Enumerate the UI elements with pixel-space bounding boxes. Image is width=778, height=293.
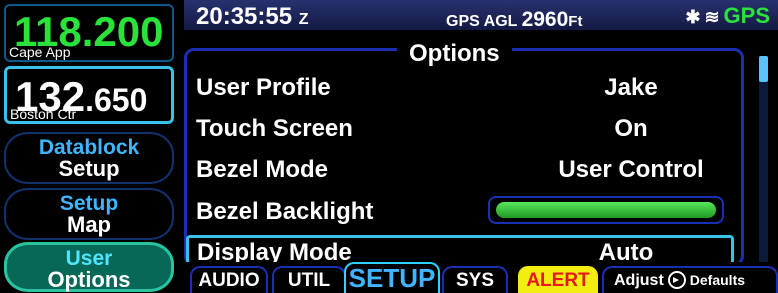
defaults-label: Defaults bbox=[689, 272, 746, 288]
tab-util[interactable]: UTIL bbox=[272, 266, 346, 293]
bezel-backlight-slider[interactable] bbox=[488, 196, 724, 224]
scrollbar-thumb[interactable] bbox=[759, 56, 768, 82]
options-scrollbar[interactable] bbox=[759, 56, 768, 264]
knob-icon bbox=[667, 270, 686, 289]
tab-alert[interactable]: ALERT bbox=[518, 266, 598, 293]
user-options-line1: User bbox=[65, 247, 113, 270]
option-value: User Control bbox=[558, 156, 704, 183]
datablock-setup-line1: Datablock bbox=[38, 136, 140, 159]
active-frequency-box[interactable]: 118.200 Cape App bbox=[4, 4, 174, 62]
utc-time: 20:35:55 Z bbox=[196, 3, 309, 30]
active-frequency-label: Cape App bbox=[9, 44, 71, 60]
adjust-defaults-button[interactable]: Adjust Defaults bbox=[602, 266, 778, 293]
option-value: On bbox=[614, 115, 648, 142]
status-bar: 20:35:55 Z GPS AGL 2960Ft ✱ ≋ GPS bbox=[184, 0, 778, 31]
gps-status-label: GPS bbox=[723, 3, 770, 28]
standby-frequency-box[interactable]: 132.650 Boston Ctr bbox=[4, 66, 174, 124]
tab-sys[interactable]: SYS bbox=[442, 266, 508, 293]
user-options-line2: Options bbox=[47, 267, 131, 292]
tab-setup[interactable]: SETUP bbox=[344, 262, 440, 293]
option-row-touch-screen[interactable]: Touch Screen On bbox=[196, 111, 726, 145]
wifi-icon: ≋ bbox=[704, 7, 720, 27]
option-label: Bezel Backlight bbox=[196, 198, 374, 225]
option-label: Bezel Mode bbox=[196, 156, 329, 183]
option-row-user-profile[interactable]: User Profile Jake bbox=[196, 70, 726, 104]
option-label: User Profile bbox=[196, 74, 331, 101]
gps-agl-readout: GPS AGL 2960Ft bbox=[446, 8, 583, 31]
setup-map-line2: Map bbox=[67, 212, 111, 237]
tab-bar: AUDIO UTIL SETUP SYS ALERT Adjust Default… bbox=[184, 262, 778, 293]
connectivity-status: ✱ ≋ GPS bbox=[685, 3, 770, 29]
setup-map-line1: Setup bbox=[59, 192, 119, 215]
user-options-button[interactable]: User Options bbox=[4, 242, 174, 292]
options-title: Options bbox=[397, 40, 512, 68]
bezel-backlight-level bbox=[496, 202, 716, 218]
datablock-setup-line2: Setup bbox=[58, 156, 120, 181]
option-row-bezel-mode[interactable]: Bezel Mode User Control bbox=[196, 152, 726, 186]
standby-frequency-label: Boston Ctr bbox=[10, 106, 77, 122]
datablock-setup-button[interactable]: Datablock Setup bbox=[4, 132, 174, 184]
setup-map-button[interactable]: Setup Map bbox=[4, 188, 174, 240]
option-label: Touch Screen bbox=[196, 115, 353, 142]
tab-audio[interactable]: AUDIO bbox=[190, 266, 268, 293]
adjust-label: Adjust bbox=[614, 272, 664, 289]
bluetooth-icon: ✱ bbox=[685, 7, 701, 27]
option-value: Jake bbox=[604, 74, 658, 101]
